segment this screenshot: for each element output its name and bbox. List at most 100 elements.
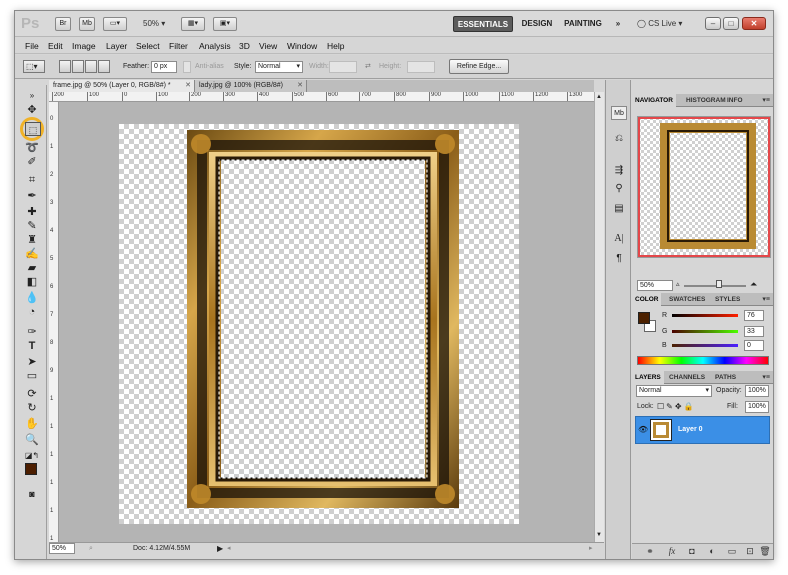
tab-paths[interactable]: PATHS bbox=[712, 371, 739, 384]
new-group-icon[interactable]: ▭ bbox=[726, 546, 738, 557]
refine-edge-button[interactable]: Refine Edge... bbox=[449, 59, 509, 74]
brush-tool-icon[interactable]: ✎ bbox=[24, 219, 40, 233]
fill-input[interactable]: 100% bbox=[745, 401, 769, 413]
mini-bridge-button[interactable]: Mb bbox=[79, 17, 95, 31]
layer-name[interactable]: Layer 0 bbox=[678, 425, 703, 435]
quick-mask-icon[interactable]: ◙ bbox=[24, 487, 40, 501]
screen-mode-button[interactable]: ▣▾ bbox=[213, 17, 237, 31]
tool-preset-picker[interactable]: ⬚▾ bbox=[23, 60, 45, 73]
tab-swatches[interactable]: SWATCHES bbox=[666, 293, 708, 306]
tab-frame-document[interactable]: frame.jpg @ 50% (Layer 0, RGB/8#) * ✕ bbox=[49, 80, 195, 92]
status-zoom-input[interactable]: 50% bbox=[49, 543, 75, 554]
scroll-down-icon[interactable]: ▼ bbox=[596, 532, 602, 538]
zoom-level-dropdown[interactable]: 50% ▾ bbox=[143, 17, 165, 31]
paragraph-panel-icon[interactable]: ¶ bbox=[611, 252, 627, 266]
blend-mode-dropdown[interactable]: Normal ▾ bbox=[636, 385, 712, 397]
zoom-tool-icon[interactable]: 🔍 bbox=[24, 433, 40, 447]
history-panel-icon[interactable]: ⎌ bbox=[611, 132, 627, 146]
arrange-documents-button[interactable]: ▦▾ bbox=[181, 17, 205, 31]
navigator-zoom-input[interactable]: 50% bbox=[637, 280, 673, 291]
mini-bridge-panel-icon[interactable]: Mb bbox=[611, 106, 627, 120]
menu-layer[interactable]: Layer bbox=[106, 40, 127, 52]
antialias-checkbox[interactable] bbox=[183, 61, 191, 73]
default-colors-icon[interactable]: ◪↰ bbox=[24, 449, 40, 463]
canvas-area[interactable] bbox=[59, 102, 594, 542]
menu-3d[interactable]: 3D bbox=[239, 40, 250, 52]
eraser-tool-icon[interactable]: ▰ bbox=[24, 261, 40, 275]
more-workspaces-button[interactable]: » bbox=[611, 16, 625, 32]
view-extras-button[interactable]: ▭▾ bbox=[103, 17, 127, 31]
navigator-zoom-thumb[interactable] bbox=[716, 280, 722, 288]
red-value-input[interactable]: 76 bbox=[744, 310, 764, 321]
cs-live-button[interactable]: ◯ CS Live ▾ bbox=[637, 17, 682, 31]
scroll-left-icon[interactable]: ◂ bbox=[227, 544, 231, 554]
shape-tool-icon[interactable]: ▭ bbox=[24, 369, 40, 383]
gradient-tool-icon[interactable]: ◧ bbox=[24, 275, 40, 289]
visibility-eye-icon[interactable]: 👁 bbox=[638, 425, 648, 434]
document-canvas[interactable] bbox=[119, 124, 519, 524]
tab-layers[interactable]: LAYERS bbox=[632, 371, 664, 384]
tab-color[interactable]: COLOR bbox=[632, 293, 662, 306]
3d-orbit-tool-icon[interactable]: ↻ bbox=[24, 401, 40, 415]
eyedropper-tool-icon[interactable]: ✒ bbox=[24, 189, 40, 203]
navigator-preview[interactable] bbox=[637, 116, 771, 258]
crop-tool-icon[interactable]: ⌗ bbox=[24, 173, 40, 187]
swap-dimensions-icon[interactable]: ⇄ bbox=[365, 62, 371, 72]
blue-slider[interactable] bbox=[672, 344, 738, 347]
link-layers-icon[interactable]: ⚭ bbox=[644, 546, 656, 557]
panel-menu-icon[interactable]: ▾≡ bbox=[762, 371, 770, 384]
bridge-button[interactable]: Br bbox=[55, 17, 71, 31]
blue-value-input[interactable]: 0 bbox=[744, 340, 764, 351]
layer-row[interactable]: 👁 Layer 0 bbox=[635, 416, 770, 444]
zoom-out-icon[interactable]: ▵ bbox=[676, 280, 680, 288]
path-selection-tool-icon[interactable]: ➤ bbox=[24, 355, 40, 369]
close-tab-icon[interactable]: ✕ bbox=[185, 80, 191, 92]
menu-analysis[interactable]: Analysis bbox=[199, 40, 231, 52]
width-input[interactable] bbox=[329, 61, 357, 73]
green-slider[interactable] bbox=[672, 330, 738, 333]
menu-view[interactable]: View bbox=[259, 40, 277, 52]
quick-selection-tool-icon[interactable]: ✐ bbox=[24, 155, 40, 169]
green-value-input[interactable]: 33 bbox=[744, 326, 764, 337]
zoom-in-icon[interactable]: ⏶ bbox=[750, 279, 757, 290]
menu-select[interactable]: Select bbox=[136, 40, 160, 52]
height-input[interactable] bbox=[407, 61, 435, 73]
adjustment-layer-icon[interactable]: ◐ bbox=[706, 546, 718, 557]
workspace-painting[interactable]: PAINTING bbox=[561, 16, 605, 32]
vertical-scrollbar[interactable]: ▲ ▼ bbox=[594, 92, 604, 552]
foreground-color-swatch[interactable] bbox=[25, 463, 37, 475]
color-foreground-swatch[interactable] bbox=[638, 312, 650, 324]
intersect-selection-mode[interactable] bbox=[98, 60, 110, 73]
hand-tool-icon[interactable]: ✋ bbox=[24, 417, 40, 431]
pen-tool-icon[interactable]: ✑ bbox=[24, 325, 40, 339]
tab-styles[interactable]: STYLES bbox=[712, 293, 743, 306]
move-tool-icon[interactable]: ✥ bbox=[24, 103, 40, 117]
scroll-up-icon[interactable]: ▲ bbox=[596, 94, 602, 100]
close-button[interactable]: ✕ bbox=[742, 17, 766, 30]
new-selection-mode[interactable] bbox=[59, 60, 71, 73]
delete-layer-icon[interactable]: 🗑 bbox=[759, 546, 771, 557]
style-dropdown[interactable]: Normal ▾ bbox=[255, 61, 303, 73]
scroll-right-icon[interactable]: ▸ bbox=[589, 544, 593, 554]
close-tab-icon[interactable]: ✕ bbox=[297, 80, 303, 92]
clone-source-panel-icon[interactable]: ⚲ bbox=[611, 182, 627, 196]
rectangular-marquee-tool-icon[interactable]: ⬚ bbox=[25, 122, 41, 136]
lasso-tool-icon[interactable]: ➰ bbox=[24, 141, 40, 155]
history-brush-tool-icon[interactable]: ✍ bbox=[24, 247, 40, 261]
tab-navigator[interactable]: NAVIGATOR bbox=[632, 94, 676, 107]
status-info-icon[interactable]: ⌕ bbox=[89, 544, 93, 554]
new-layer-icon[interactable]: ⊡ bbox=[744, 546, 756, 557]
dodge-tool-icon[interactable]: ◔ bbox=[24, 305, 40, 319]
tab-lady-document[interactable]: lady.jpg @ 100% (RGB/8#) ✕ bbox=[195, 80, 307, 92]
clone-stamp-tool-icon[interactable]: ♜ bbox=[24, 233, 40, 247]
panel-menu-icon[interactable]: ▾≡ bbox=[762, 94, 770, 107]
workspace-essentials[interactable]: ESSENTIALS bbox=[453, 16, 513, 32]
menu-file[interactable]: File bbox=[25, 40, 39, 52]
adjustments-panel-icon[interactable]: ⇶ bbox=[611, 164, 627, 178]
color-spectrum-bar[interactable] bbox=[637, 356, 769, 365]
maximize-button[interactable]: □ bbox=[723, 17, 739, 30]
add-to-selection-mode[interactable] bbox=[72, 60, 84, 73]
feather-input[interactable]: 0 px bbox=[151, 61, 177, 73]
masks-panel-icon[interactable]: ▤ bbox=[611, 202, 627, 216]
opacity-input[interactable]: 100% bbox=[745, 385, 769, 397]
